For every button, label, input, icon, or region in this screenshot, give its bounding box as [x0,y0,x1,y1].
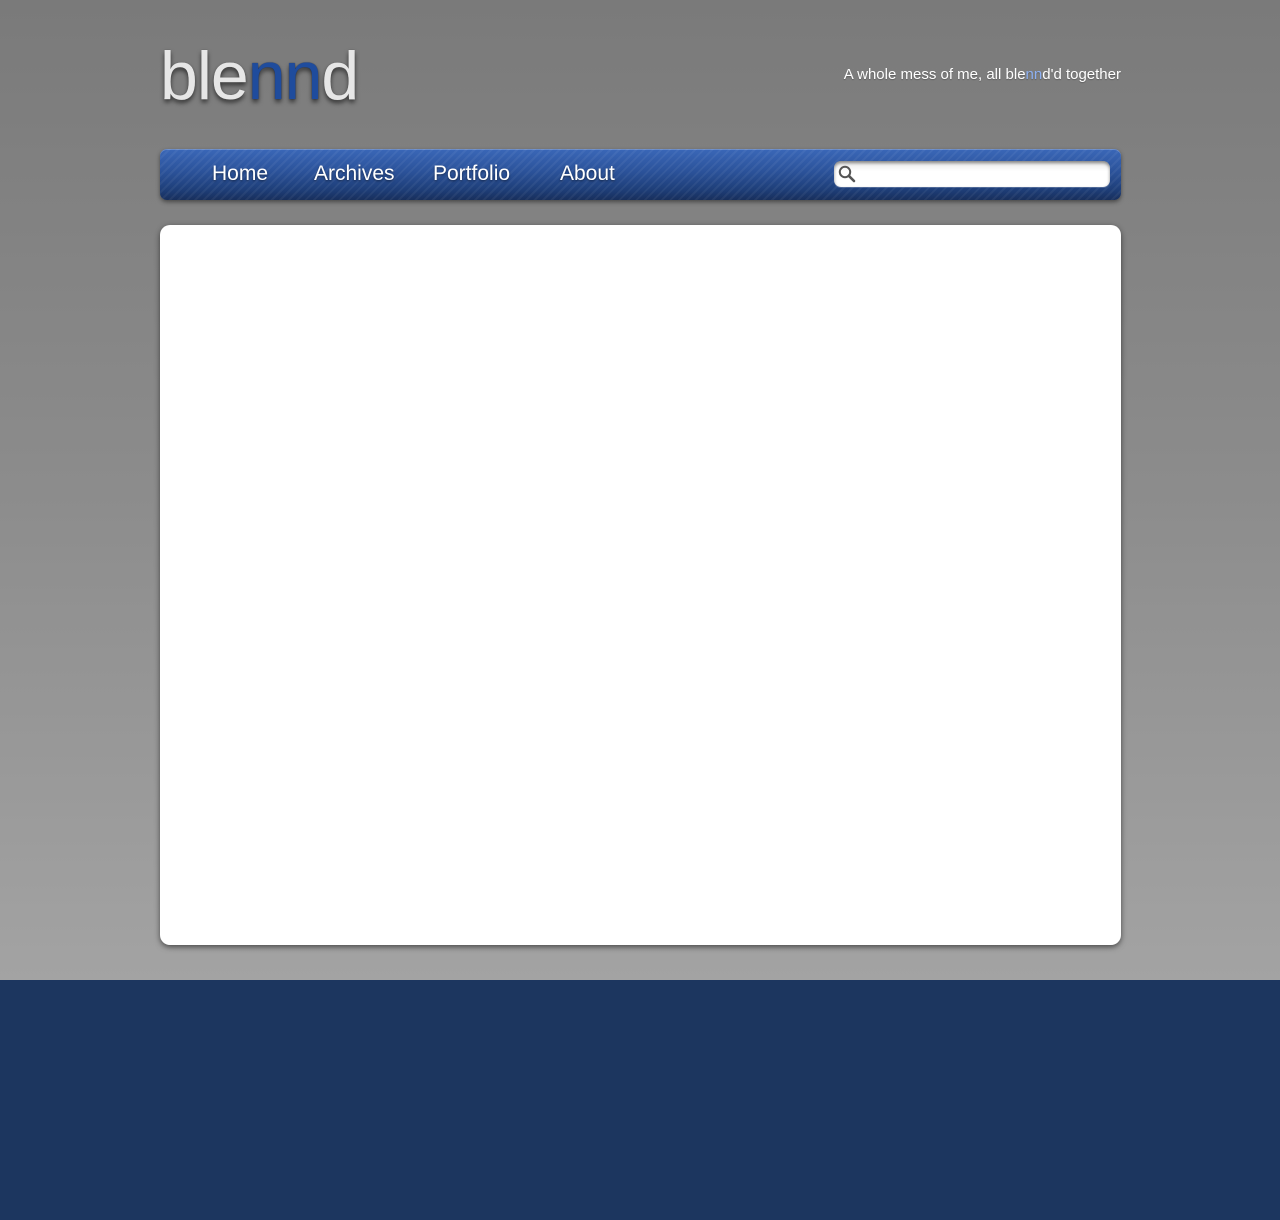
search-icon [838,165,856,183]
nav-item-portfolio[interactable]: Portfolio [433,161,510,187]
search-box[interactable] [834,161,1110,187]
tagline-text-before: A whole mess of me, all ble [843,66,1026,83]
nav-item-archives[interactable]: Archives [314,161,395,187]
content-panel [160,225,1121,945]
tagline-text-highlight: nn [1025,66,1043,83]
nav-item-home[interactable]: Home [212,161,268,187]
site-logo[interactable]: blennd [160,36,359,116]
logo-text-part1: ble [160,38,249,114]
logo-text-part3: d [321,38,359,114]
footer [0,980,1280,1220]
site-tagline: A whole mess of me, all blennd'd togethe… [844,66,1121,83]
search-input[interactable] [860,164,1102,184]
tagline-text-after: d'd together [1042,66,1121,83]
nav-item-about[interactable]: About [560,161,615,187]
logo-text-part2: nn [247,38,323,114]
main-navigation: Home Archives Portfolio About [160,149,1121,200]
